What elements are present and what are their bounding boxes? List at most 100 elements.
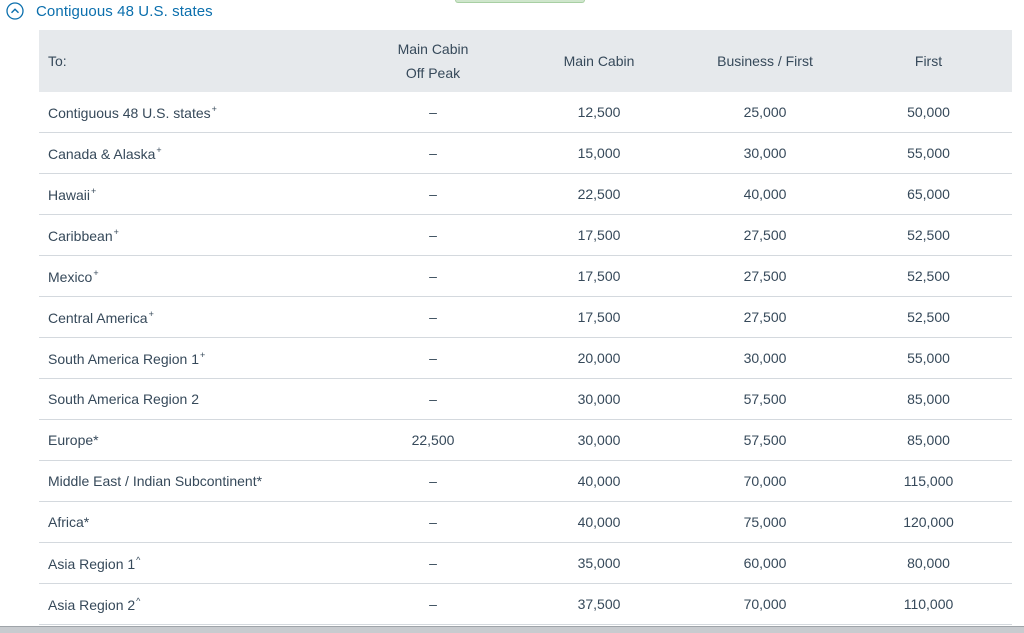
header-main-off-peak-line1: Main Cabin [397, 41, 469, 57]
header-main-off-peak-line2: Off Peak [405, 65, 461, 81]
header-business-first: Business / First [685, 30, 845, 92]
first-cell: 115,000 [845, 460, 1012, 502]
footnote-mark: + [211, 103, 217, 114]
footnote-mark: ^ [136, 595, 141, 606]
table-row: Africa* –40,000 75,000 120,000 [39, 501, 1012, 543]
main-off-peak-cell: – [353, 501, 513, 543]
table-row: Canada & Alaska+ –15,000 30,000 55,000 [39, 132, 1012, 174]
destination-name: Middle East / Indian Subcontinent* [48, 473, 263, 489]
table-row: Hawaii+ –22,500 40,000 65,000 [39, 173, 1012, 215]
main-cabin-cell: 30,000 [513, 419, 685, 461]
footnote-mark: ^ [136, 554, 141, 565]
main-off-peak-cell: – [353, 542, 513, 584]
first-cell: 110,000 [845, 583, 1012, 625]
business-first-cell: 60,000 [685, 542, 845, 584]
main-cabin-cell: 20,000 [513, 337, 685, 379]
header-first: First [845, 30, 1012, 92]
business-first-cell: 70,000 [685, 583, 845, 625]
main-cabin-cell: 12,500 [513, 92, 685, 133]
accordion-header[interactable]: Contiguous 48 U.S. states [6, 0, 213, 22]
main-off-peak-cell: – [353, 132, 513, 174]
business-first-cell: 57,500 [685, 378, 845, 420]
business-first-cell: 27,500 [685, 296, 845, 338]
destination-name: Caribbean [48, 227, 113, 244]
destination-cell: Asia Region 2^ [39, 583, 353, 625]
footnote-mark: + [156, 144, 162, 155]
destination-cell: Asia Region 1^ [39, 542, 353, 584]
footnote-mark: + [93, 267, 99, 278]
main-off-peak-cell: – [353, 378, 513, 420]
main-off-peak-cell: – [353, 173, 513, 215]
header-main-cabin: Main Cabin [513, 30, 685, 92]
destination-name: Mexico [48, 268, 93, 285]
destination-cell: Middle East / Indian Subcontinent* [39, 460, 353, 502]
destination-name: South America Region 2 [48, 391, 199, 407]
main-off-peak-cell: – [353, 460, 513, 502]
main-cabin-cell: 35,000 [513, 542, 685, 584]
destination-name: Asia Region 1 [48, 555, 136, 572]
main-cabin-cell: 17,500 [513, 296, 685, 338]
table-row: Mexico+ –17,500 27,500 52,500 [39, 255, 1012, 297]
award-chart-table: To: Main Cabin Off Peak Main Cabin Busin… [39, 30, 1012, 625]
main-cabin-cell: 17,500 [513, 255, 685, 297]
main-off-peak-cell: – [353, 214, 513, 256]
destination-name: Canada & Alaska [48, 145, 156, 162]
first-cell: 52,500 [845, 214, 1012, 256]
main-off-peak-cell: – [353, 337, 513, 379]
destination-cell: Africa* [39, 501, 353, 543]
destination-name: Europe* [48, 432, 99, 448]
first-cell: 52,500 [845, 255, 1012, 297]
destination-cell: Central America+ [39, 296, 353, 338]
table-row: Asia Region 2^ –37,500 70,000 110,000 [39, 583, 1012, 625]
destination-name: Central America [48, 309, 148, 326]
destination-name: Asia Region 2 [48, 596, 136, 613]
header-to: To: [39, 30, 353, 92]
first-cell: 120,000 [845, 501, 1012, 543]
first-cell: 85,000 [845, 378, 1012, 420]
main-off-peak-cell: – [353, 296, 513, 338]
main-cabin-cell: 15,000 [513, 132, 685, 174]
first-cell: 55,000 [845, 132, 1012, 174]
chevron-up-circle-icon[interactable] [6, 2, 24, 20]
main-cabin-cell: 40,000 [513, 460, 685, 502]
first-cell: 85,000 [845, 419, 1012, 461]
destination-cell: Hawaii+ [39, 173, 353, 215]
business-first-cell: 57,500 [685, 419, 845, 461]
table-row: Middle East / Indian Subcontinent* –40,00… [39, 460, 1012, 502]
accordion-title[interactable]: Contiguous 48 U.S. states [36, 3, 213, 20]
footnote-mark: + [91, 185, 97, 196]
destination-cell: South America Region 1+ [39, 337, 353, 379]
main-cabin-cell: 37,500 [513, 583, 685, 625]
destination-name: Africa* [48, 514, 90, 530]
footnote-mark: + [148, 308, 154, 319]
destination-name: Hawaii [48, 186, 91, 203]
business-first-cell: 70,000 [685, 460, 845, 502]
green-tab-edge [455, 0, 585, 3]
business-first-cell: 40,000 [685, 173, 845, 215]
main-cabin-cell: 22,500 [513, 173, 685, 215]
business-first-cell: 27,500 [685, 214, 845, 256]
first-cell: 65,000 [845, 173, 1012, 215]
business-first-cell: 30,000 [685, 337, 845, 379]
destination-cell: South America Region 2 [39, 378, 353, 420]
footnote-mark: + [113, 226, 119, 237]
table-row: Central America+ –17,500 27,500 52,500 [39, 296, 1012, 338]
footnote-mark: + [199, 349, 206, 360]
first-cell: 52,500 [845, 296, 1012, 338]
table-row: South America Region 2 –30,000 57,500 85,00… [39, 378, 1012, 420]
main-off-peak-cell: – [353, 92, 513, 133]
destination-cell: Caribbean+ [39, 214, 353, 256]
table-row: Europe* 22,500 30,000 57,500 85,000 [39, 419, 1012, 461]
destination-cell: Canada & Alaska+ [39, 132, 353, 174]
header-main-off-peak: Main Cabin Off Peak [353, 30, 513, 92]
first-cell: 50,000 [845, 92, 1012, 133]
main-cabin-cell: 17,500 [513, 214, 685, 256]
business-first-cell: 25,000 [685, 92, 845, 133]
business-first-cell: 75,000 [685, 501, 845, 543]
main-off-peak-cell: – [353, 583, 513, 625]
destination-name: Contiguous 48 U.S. states [48, 104, 211, 121]
table-row: Asia Region 1^ –35,000 60,000 80,000 [39, 542, 1012, 584]
destination-name: South America Region 1 [48, 350, 199, 367]
business-first-cell: 30,000 [685, 132, 845, 174]
destination-cell: Europe* [39, 419, 353, 461]
